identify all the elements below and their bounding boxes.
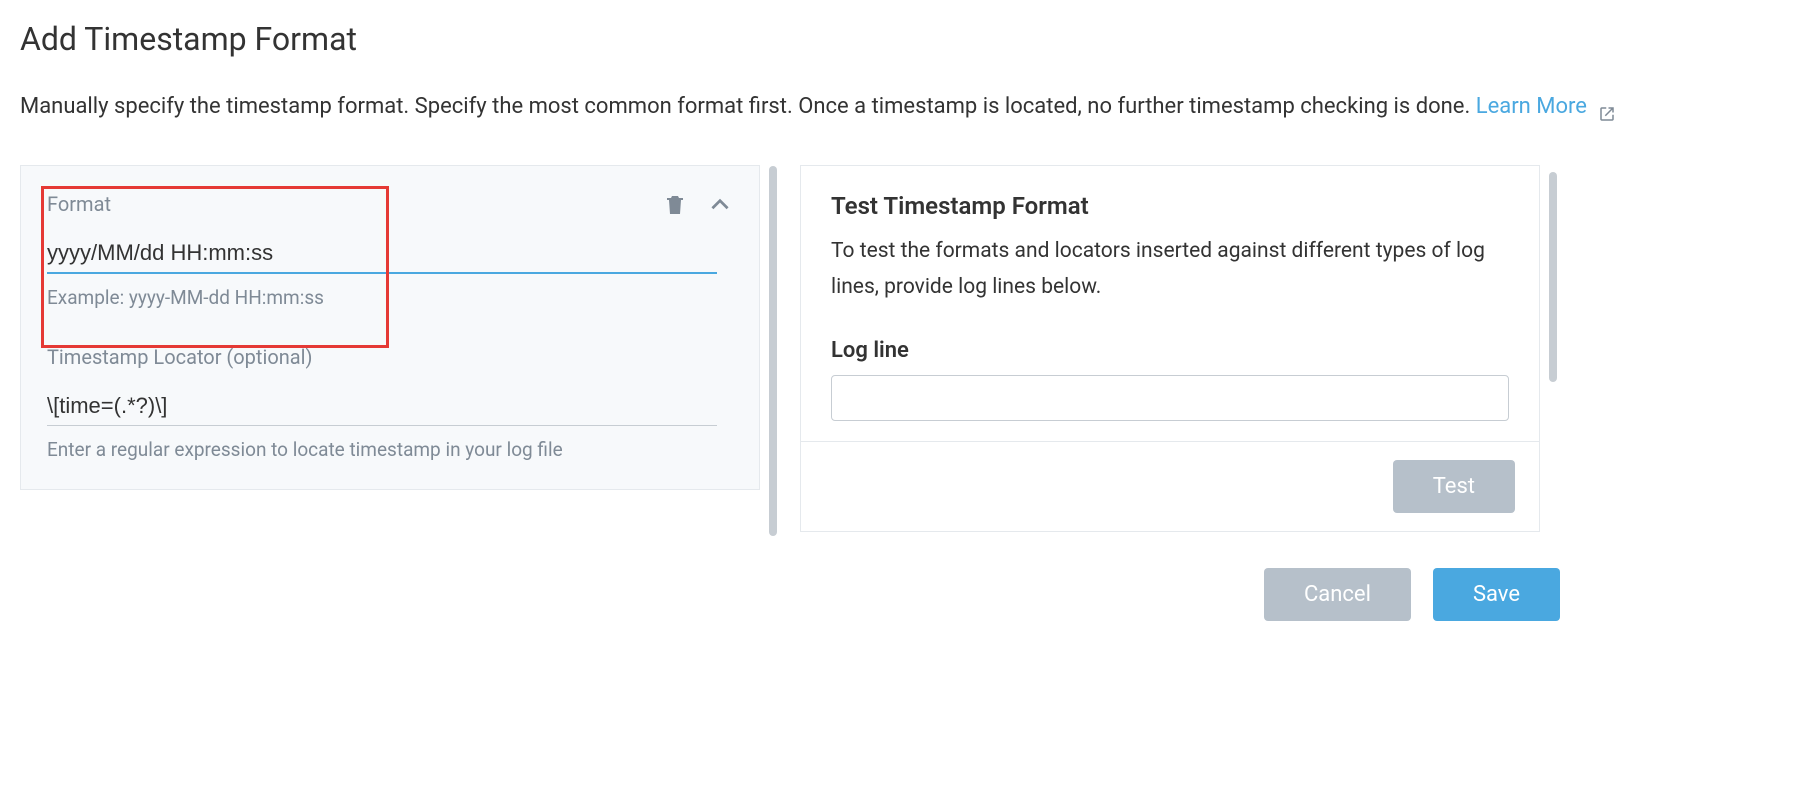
- format-input[interactable]: [47, 234, 717, 274]
- learn-more-link[interactable]: Learn More: [1476, 94, 1617, 119]
- left-scrollbar[interactable]: [769, 166, 777, 536]
- test-title: Test Timestamp Format: [831, 192, 1509, 220]
- dialog-footer: Cancel Save: [20, 568, 1560, 621]
- test-description: To test the formats and locators inserte…: [831, 234, 1509, 305]
- test-panel: Test Timestamp Format To test the format…: [800, 165, 1540, 531]
- format-section: Format Example: yyyy-MM-dd HH:mm:ss: [47, 192, 733, 309]
- delete-icon[interactable]: [663, 193, 687, 217]
- panels-row: Format Example: yyyy-MM-dd HH:mm:ss Time…: [20, 165, 1790, 531]
- cancel-button[interactable]: Cancel: [1264, 568, 1411, 621]
- locator-label: Timestamp Locator (optional): [47, 345, 733, 369]
- test-footer: Test: [801, 441, 1539, 531]
- logline-label: Log line: [831, 338, 1509, 363]
- page-title: Add Timestamp Format: [20, 20, 1790, 58]
- format-hint: Example: yyyy-MM-dd HH:mm:ss: [47, 286, 733, 309]
- locator-section: Timestamp Locator (optional) Enter a reg…: [47, 345, 733, 461]
- format-toolbar: [663, 192, 733, 218]
- save-button[interactable]: Save: [1433, 568, 1560, 621]
- collapse-icon[interactable]: [707, 192, 733, 218]
- page-description: Manually specify the timestamp format. S…: [20, 88, 1790, 125]
- description-text: Manually specify the timestamp format. S…: [20, 94, 1476, 119]
- learn-more-text: Learn More: [1476, 94, 1587, 119]
- format-editor-panel: Format Example: yyyy-MM-dd HH:mm:ss Time…: [20, 165, 760, 490]
- locator-input[interactable]: [47, 387, 717, 426]
- locator-hint: Enter a regular expression to locate tim…: [47, 438, 733, 461]
- logline-input[interactable]: [831, 375, 1509, 421]
- right-scrollbar[interactable]: [1549, 172, 1557, 382]
- external-link-icon: [1598, 98, 1616, 116]
- format-label: Format: [47, 192, 733, 216]
- test-button[interactable]: Test: [1393, 460, 1515, 513]
